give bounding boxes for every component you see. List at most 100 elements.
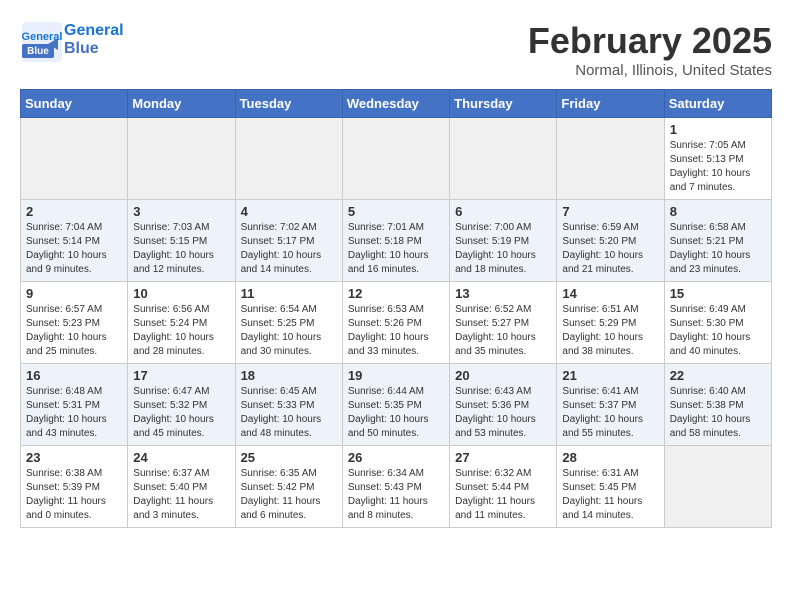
day-info: Sunrise: 6:34 AM Sunset: 5:43 PM Dayligh… bbox=[348, 467, 444, 523]
day-info: Sunrise: 6:44 AM Sunset: 5:35 PM Dayligh… bbox=[348, 385, 444, 441]
day-number: 2 bbox=[26, 204, 122, 219]
calendar-cell: 21Sunrise: 6:41 AM Sunset: 5:37 PM Dayli… bbox=[557, 364, 664, 446]
day-number: 18 bbox=[241, 368, 337, 383]
svg-text:Blue: Blue bbox=[27, 46, 49, 57]
calendar-cell: 14Sunrise: 6:51 AM Sunset: 5:29 PM Dayli… bbox=[557, 282, 664, 364]
calendar-cell: 11 Sunrise: 6:54 AM Sunset: 5:25 PM Dayli… bbox=[235, 282, 342, 364]
day-info: Sunrise: 6:57 AM Sunset: 5:23 PM Dayligh… bbox=[26, 303, 122, 359]
logo: General Blue General Blue bbox=[20, 20, 124, 60]
logo-icon: General Blue bbox=[20, 20, 60, 60]
month-title: February 2025 bbox=[528, 20, 772, 62]
weekday-header-thursday: Thursday bbox=[450, 90, 557, 118]
week-row-1: 1 Sunrise: 7:05 AM Sunset: 5:13 PM Daylig… bbox=[21, 118, 772, 200]
day-info: Sunrise: 6:41 AM Sunset: 5:37 PM Dayligh… bbox=[562, 385, 658, 441]
day-number: 13 bbox=[455, 286, 551, 301]
day-number: 5 bbox=[348, 204, 444, 219]
calendar-cell: 1 Sunrise: 7:05 AM Sunset: 5:13 PM Daylig… bbox=[664, 118, 771, 200]
weekday-header-sunday: Sunday bbox=[21, 90, 128, 118]
day-number: 14 bbox=[562, 286, 658, 301]
location: Normal, Illinois, United States bbox=[528, 62, 772, 79]
day-info: Sunrise: 7:02 AM Sunset: 5:17 PM Dayligh… bbox=[241, 221, 337, 277]
day-number: 3 bbox=[133, 204, 229, 219]
calendar-cell bbox=[128, 118, 235, 200]
calendar-cell bbox=[450, 118, 557, 200]
week-row-2: 2 Sunrise: 7:04 AM Sunset: 5:14 PM Daylig… bbox=[21, 200, 772, 282]
day-info: Sunrise: 6:37 AM Sunset: 5:40 PM Dayligh… bbox=[133, 467, 229, 523]
day-number: 10 bbox=[133, 286, 229, 301]
day-number: 19 bbox=[348, 368, 444, 383]
day-number: 11 bbox=[241, 286, 337, 301]
day-number: 15 bbox=[670, 286, 766, 301]
calendar-cell: 26 Sunrise: 6:34 AM Sunset: 5:43 PM Dayli… bbox=[342, 446, 449, 528]
calendar-cell: 28 Sunrise: 6:31 AM Sunset: 5:45 PM Dayli… bbox=[557, 446, 664, 528]
calendar-cell: 16Sunrise: 6:48 AM Sunset: 5:31 PM Dayli… bbox=[21, 364, 128, 446]
calendar-cell: 13 Sunrise: 6:52 AM Sunset: 5:27 PM Dayli… bbox=[450, 282, 557, 364]
calendar-cell bbox=[21, 118, 128, 200]
day-info: Sunrise: 6:49 AM Sunset: 5:30 PM Dayligh… bbox=[670, 303, 766, 359]
day-number: 24 bbox=[133, 450, 229, 465]
calendar-cell: 6 Sunrise: 7:00 AM Sunset: 5:19 PM Daylig… bbox=[450, 200, 557, 282]
day-info: Sunrise: 7:00 AM Sunset: 5:19 PM Dayligh… bbox=[455, 221, 551, 277]
day-number: 16 bbox=[26, 368, 122, 383]
day-info: Sunrise: 7:04 AM Sunset: 5:14 PM Dayligh… bbox=[26, 221, 122, 277]
calendar-cell: 10Sunrise: 6:56 AM Sunset: 5:24 PM Dayli… bbox=[128, 282, 235, 364]
day-number: 6 bbox=[455, 204, 551, 219]
day-info: Sunrise: 7:05 AM Sunset: 5:13 PM Dayligh… bbox=[670, 139, 766, 195]
day-number: 7 bbox=[562, 204, 658, 219]
calendar-cell: 7 Sunrise: 6:59 AM Sunset: 5:20 PM Daylig… bbox=[557, 200, 664, 282]
day-number: 23 bbox=[26, 450, 122, 465]
calendar-body: 1 Sunrise: 7:05 AM Sunset: 5:13 PM Daylig… bbox=[21, 118, 772, 528]
day-info: Sunrise: 6:43 AM Sunset: 5:36 PM Dayligh… bbox=[455, 385, 551, 441]
day-info: Sunrise: 6:31 AM Sunset: 5:45 PM Dayligh… bbox=[562, 467, 658, 523]
weekday-header-monday: Monday bbox=[128, 90, 235, 118]
day-number: 12 bbox=[348, 286, 444, 301]
calendar-cell: 19 Sunrise: 6:44 AM Sunset: 5:35 PM Dayli… bbox=[342, 364, 449, 446]
day-number: 20 bbox=[455, 368, 551, 383]
calendar-cell: 3 Sunrise: 7:03 AM Sunset: 5:15 PM Daylig… bbox=[128, 200, 235, 282]
day-number: 26 bbox=[348, 450, 444, 465]
calendar-cell: 9 Sunrise: 6:57 AM Sunset: 5:23 PM Daylig… bbox=[21, 282, 128, 364]
calendar-cell: 8Sunrise: 6:58 AM Sunset: 5:21 PM Daylig… bbox=[664, 200, 771, 282]
calendar-cell: 23 Sunrise: 6:38 AM Sunset: 5:39 PM Dayli… bbox=[21, 446, 128, 528]
day-info: Sunrise: 6:58 AM Sunset: 5:21 PM Dayligh… bbox=[670, 221, 766, 277]
calendar-cell: 18 Sunrise: 6:45 AM Sunset: 5:33 PM Dayli… bbox=[235, 364, 342, 446]
day-info: Sunrise: 7:03 AM Sunset: 5:15 PM Dayligh… bbox=[133, 221, 229, 277]
weekday-header-friday: Friday bbox=[557, 90, 664, 118]
weekday-header: SundayMondayTuesdayWednesdayThursdayFrid… bbox=[21, 90, 772, 118]
day-number: 27 bbox=[455, 450, 551, 465]
weekday-header-wednesday: Wednesday bbox=[342, 90, 449, 118]
calendar-cell bbox=[557, 118, 664, 200]
calendar-cell bbox=[235, 118, 342, 200]
calendar-cell: 24 Sunrise: 6:37 AM Sunset: 5:40 PM Dayli… bbox=[128, 446, 235, 528]
calendar-cell: 15 Sunrise: 6:49 AM Sunset: 5:30 PM Dayli… bbox=[664, 282, 771, 364]
calendar-cell: 12 Sunrise: 6:53 AM Sunset: 5:26 PM Dayli… bbox=[342, 282, 449, 364]
day-info: Sunrise: 6:53 AM Sunset: 5:26 PM Dayligh… bbox=[348, 303, 444, 359]
weekday-header-saturday: Saturday bbox=[664, 90, 771, 118]
calendar-cell: 27 Sunrise: 6:32 AM Sunset: 5:44 PM Dayli… bbox=[450, 446, 557, 528]
day-info: Sunrise: 6:45 AM Sunset: 5:33 PM Dayligh… bbox=[241, 385, 337, 441]
title-area: February 2025 Normal, Illinois, United S… bbox=[528, 20, 772, 79]
calendar-cell: 20 Sunrise: 6:43 AM Sunset: 5:36 PM Dayli… bbox=[450, 364, 557, 446]
logo-text: General Blue bbox=[64, 22, 124, 58]
calendar-cell: 5 Sunrise: 7:01 AM Sunset: 5:18 PM Daylig… bbox=[342, 200, 449, 282]
header: General Blue General Blue February 2025 … bbox=[20, 20, 772, 79]
day-number: 28 bbox=[562, 450, 658, 465]
day-number: 1 bbox=[670, 122, 766, 137]
day-info: Sunrise: 6:47 AM Sunset: 5:32 PM Dayligh… bbox=[133, 385, 229, 441]
day-number: 17 bbox=[133, 368, 229, 383]
week-row-3: 9 Sunrise: 6:57 AM Sunset: 5:23 PM Daylig… bbox=[21, 282, 772, 364]
day-info: Sunrise: 7:01 AM Sunset: 5:18 PM Dayligh… bbox=[348, 221, 444, 277]
day-info: Sunrise: 6:35 AM Sunset: 5:42 PM Dayligh… bbox=[241, 467, 337, 523]
day-info: Sunrise: 6:32 AM Sunset: 5:44 PM Dayligh… bbox=[455, 467, 551, 523]
day-number: 22 bbox=[670, 368, 766, 383]
calendar-cell: 4Sunrise: 7:02 AM Sunset: 5:17 PM Daylig… bbox=[235, 200, 342, 282]
day-info: Sunrise: 6:40 AM Sunset: 5:38 PM Dayligh… bbox=[670, 385, 766, 441]
week-row-4: 16Sunrise: 6:48 AM Sunset: 5:31 PM Dayli… bbox=[21, 364, 772, 446]
calendar-cell: 25Sunrise: 6:35 AM Sunset: 5:42 PM Dayli… bbox=[235, 446, 342, 528]
day-info: Sunrise: 6:54 AM Sunset: 5:25 PM Dayligh… bbox=[241, 303, 337, 359]
day-number: 9 bbox=[26, 286, 122, 301]
day-info: Sunrise: 6:59 AM Sunset: 5:20 PM Dayligh… bbox=[562, 221, 658, 277]
calendar-table: SundayMondayTuesdayWednesdayThursdayFrid… bbox=[20, 89, 772, 528]
day-info: Sunrise: 6:38 AM Sunset: 5:39 PM Dayligh… bbox=[26, 467, 122, 523]
day-info: Sunrise: 6:52 AM Sunset: 5:27 PM Dayligh… bbox=[455, 303, 551, 359]
